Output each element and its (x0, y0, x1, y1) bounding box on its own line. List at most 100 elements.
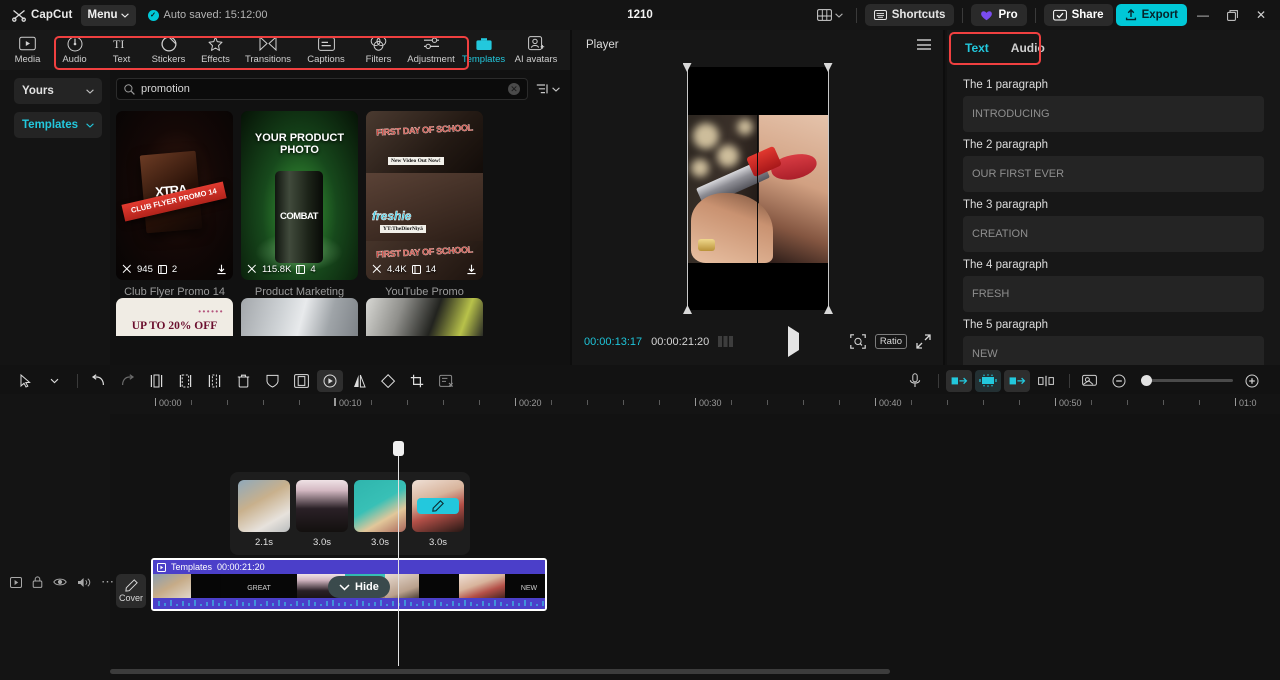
chevron-down-icon[interactable] (41, 370, 67, 392)
more-options-icon[interactable]: ⋯ (101, 574, 114, 590)
nav-tab-captions[interactable]: Captions (297, 30, 355, 70)
template-card[interactable]: •••••• UP TO 20% OFF (116, 298, 233, 336)
pro-button[interactable]: Pro (971, 4, 1027, 26)
tab-audio[interactable]: Audio (1011, 41, 1045, 55)
category-yours[interactable]: Yours (14, 78, 102, 104)
zoom-slider[interactable] (1141, 375, 1233, 386)
lock-icon[interactable] (32, 576, 43, 588)
fit-screen-icon[interactable] (850, 334, 866, 349)
export-button[interactable]: Export (1115, 4, 1187, 26)
track-type-icon[interactable] (10, 576, 22, 588)
canvas-handle[interactable] (823, 63, 833, 72)
crop-frame-icon[interactable] (288, 370, 314, 392)
edit-clip-badge[interactable] (417, 497, 459, 514)
ruler-label: 00:40 (879, 398, 902, 408)
search-row: promotion ✕ (116, 78, 560, 100)
trim-right-icon[interactable] (201, 370, 227, 392)
nav-tab-effects[interactable]: Effects (192, 30, 239, 70)
player-panel: Player 00:00:13:17 00:00:21:20 Ratio (570, 30, 945, 365)
close-button[interactable]: ✕ (1248, 3, 1274, 27)
player-title: Player (586, 38, 619, 51)
nav-tab-ai-avatars[interactable]: AI avatars (507, 30, 565, 70)
undo-icon[interactable] (85, 370, 111, 392)
rotate-icon[interactable] (375, 370, 401, 392)
share-button[interactable]: Share (1043, 4, 1113, 26)
search-input[interactable]: promotion ✕ (116, 78, 528, 100)
minimize-button[interactable]: — (1190, 3, 1216, 27)
canvas-handle[interactable] (683, 305, 692, 314)
paragraph-input[interactable]: NEW (963, 336, 1264, 365)
template-card[interactable]: YOUR PRODUCT PHOTO 115.8K 4 Product Mark… (241, 111, 358, 298)
zoom-out-icon[interactable] (1106, 370, 1132, 392)
nav-tab-media[interactable]: Media (4, 30, 51, 70)
nav-tab-filters[interactable]: Filters (355, 30, 402, 70)
nav-tab-text[interactable]: TI Text (98, 30, 145, 70)
auto-cut-sparkle-icon[interactable] (975, 369, 1001, 392)
divider (938, 373, 939, 388)
bokeh (716, 145, 739, 167)
paragraph-input[interactable]: INTRODUCING (963, 96, 1264, 132)
category-templates[interactable]: Templates (14, 112, 102, 138)
canvas-handle[interactable] (682, 63, 692, 72)
maximize-button[interactable] (1219, 3, 1245, 27)
sort-filter-button[interactable] (536, 83, 560, 95)
mirror-icon[interactable] (346, 370, 372, 392)
layout-switch-button[interactable] (812, 6, 848, 24)
zoom-slider-knob[interactable] (1141, 375, 1152, 386)
nav-tab-stickers[interactable]: Stickers (145, 30, 192, 70)
template-card[interactable] (241, 298, 358, 336)
fullscreen-icon[interactable] (916, 334, 931, 349)
split-marker-icon[interactable] (1033, 370, 1059, 392)
visibility-icon[interactable] (53, 577, 67, 587)
mask-icon[interactable] (259, 370, 285, 392)
select-icon[interactable] (12, 370, 38, 392)
clip-count: 4 (310, 263, 316, 275)
remove-bg-icon[interactable] (433, 370, 459, 392)
timeline-ruler[interactable]: 00:00 00:10 00:20 00:30 00:40 00:50 01:0 (0, 394, 1280, 414)
nav-tab-templates[interactable]: Templates (460, 30, 507, 70)
crop-icon[interactable] (404, 370, 430, 392)
paragraph-input[interactable]: CREATION (963, 216, 1264, 252)
auto-cut-right-icon[interactable] (1004, 369, 1030, 392)
clip-strip-item[interactable]: 3.0s (296, 479, 348, 548)
media-icon (19, 35, 36, 52)
mute-icon[interactable] (77, 577, 91, 588)
template-card[interactable] (366, 298, 483, 336)
canvas-handle[interactable] (824, 305, 833, 314)
cover-button[interactable]: Cover (116, 574, 146, 608)
template-card[interactable]: FIRST DAY OF SCHOOL FIRST DAY OF SCHOOL … (366, 111, 483, 298)
player-menu-icon[interactable] (917, 39, 931, 50)
clear-search-icon[interactable]: ✕ (508, 83, 520, 95)
nav-tab-adjustment[interactable]: Adjustment (402, 30, 460, 70)
clip-strip-item-selected[interactable]: 3.0s (412, 479, 464, 548)
hide-button[interactable]: Hide (328, 576, 390, 598)
tab-text[interactable]: Text (965, 41, 989, 55)
split-icon[interactable] (143, 370, 169, 392)
playhead-knob[interactable] (393, 441, 404, 456)
clip-strip-item[interactable]: 2.1s (238, 479, 290, 548)
paragraph-input[interactable]: OUR FIRST EVER (963, 156, 1264, 192)
auto-cut-left-icon[interactable] (946, 369, 972, 392)
redo-icon[interactable] (114, 370, 140, 392)
preview-icon[interactable] (1077, 370, 1103, 392)
cover-label: Cover (118, 593, 143, 603)
timeline-horizontal-scrollbar[interactable] (110, 669, 1260, 674)
template-card[interactable]: CLUB FLYER PROMO 14 945 2 Club Flyer Pro… (116, 111, 233, 298)
menu-button[interactable]: Menu (80, 4, 136, 26)
paragraph-input[interactable]: FRESH (963, 276, 1264, 312)
timeline-track-templates[interactable]: Templates 00:00:21:20 GREAT NEW Hide (151, 558, 547, 611)
zoom-in-icon[interactable] (1239, 370, 1265, 392)
video-canvas[interactable] (682, 63, 833, 310)
mic-icon[interactable] (902, 370, 928, 392)
keyframe-icon[interactable] (317, 369, 343, 392)
play-button[interactable] (787, 325, 799, 357)
nav-tab-audio[interactable]: Audio (51, 30, 98, 70)
trim-left-icon[interactable] (172, 370, 198, 392)
delete-icon[interactable] (230, 370, 256, 392)
ratio-button[interactable]: Ratio (874, 334, 907, 349)
chevron-down-icon (834, 12, 843, 18)
playhead[interactable] (393, 441, 404, 666)
shortcuts-button[interactable]: Shortcuts (864, 4, 955, 26)
frames-icon[interactable] (718, 336, 736, 347)
nav-tab-transitions[interactable]: Transitions (239, 30, 297, 70)
